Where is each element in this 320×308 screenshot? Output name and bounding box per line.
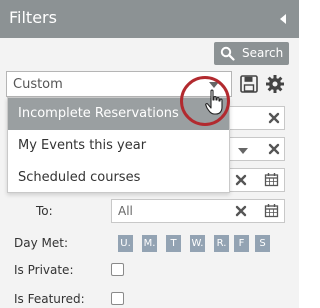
day-button-saturday[interactable]: S <box>255 235 270 252</box>
filters-title: Filters <box>9 8 57 27</box>
gear-icon[interactable] <box>264 73 286 95</box>
clear-icon[interactable] <box>235 174 247 186</box>
filters-panel: Filters Search Custom To: All Day Met: U… <box>0 0 299 308</box>
floppy-disk-icon[interactable] <box>238 73 260 95</box>
date-to-label: To: <box>36 204 53 218</box>
day-button-monday[interactable]: M. <box>142 235 157 252</box>
day-button-tuesday[interactable]: T <box>166 235 181 252</box>
clear-icon[interactable] <box>268 112 280 124</box>
day-button-friday[interactable]: F <box>234 235 249 252</box>
menu-item-my-events[interactable]: My Events this year <box>8 130 229 162</box>
day-button-sunday[interactable]: U. <box>118 235 133 252</box>
magnifier-icon <box>220 46 235 61</box>
search-button[interactable]: Search <box>214 42 289 65</box>
is-featured-label: Is Featured: <box>14 292 85 306</box>
filters-header: Filters <box>0 0 299 38</box>
clear-icon[interactable] <box>268 143 280 155</box>
is-private-checkbox[interactable] <box>111 263 124 276</box>
date-to-field[interactable]: All <box>111 199 285 223</box>
is-featured-checkbox[interactable] <box>111 292 124 305</box>
calendar-icon[interactable] <box>264 172 279 187</box>
day-met-label: Day Met: <box>14 236 68 250</box>
clear-icon[interactable] <box>235 205 247 217</box>
hand-cursor-icon <box>205 89 223 115</box>
day-button-wednesday[interactable]: W. <box>190 235 205 252</box>
menu-item-scheduled-courses[interactable]: Scheduled courses <box>8 162 229 194</box>
preset-selected-value: Custom <box>13 77 63 92</box>
calendar-icon[interactable] <box>264 203 279 218</box>
is-private-label: Is Private: <box>14 263 74 277</box>
day-button-thursday[interactable]: R. <box>214 235 229 252</box>
chevron-left-icon[interactable] <box>280 14 286 24</box>
date-to-value: All <box>118 204 133 218</box>
chevron-down-icon <box>238 148 248 154</box>
search-button-label: Search <box>242 46 284 60</box>
